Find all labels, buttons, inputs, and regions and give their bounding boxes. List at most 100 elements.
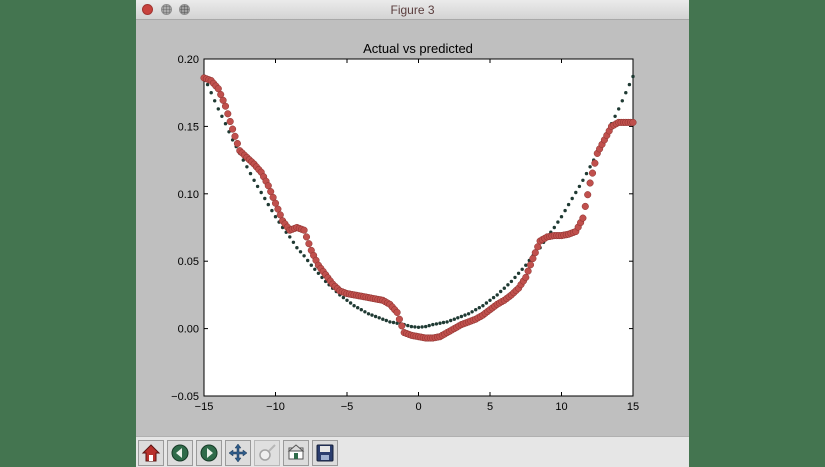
predicted-point — [384, 318, 388, 323]
predicted-point — [259, 190, 263, 195]
predicted-point — [313, 267, 317, 271]
predicted-point — [245, 165, 249, 169]
predicted-point — [481, 304, 485, 308]
predicted-point — [427, 323, 431, 328]
predicted-point — [520, 267, 524, 271]
predicted-point — [413, 325, 417, 329]
predicted-point — [255, 184, 260, 189]
predicted-point — [552, 225, 556, 230]
predicted-point — [373, 314, 378, 319]
x-tick-label: 10 — [555, 401, 567, 413]
predicted-point — [213, 99, 217, 103]
predicted-point — [309, 263, 313, 267]
predicted-point — [302, 254, 306, 258]
home-button[interactable] — [138, 440, 164, 466]
actual-point — [526, 261, 535, 269]
predicted-point — [352, 304, 356, 308]
predicted-point — [316, 271, 321, 275]
chart-title: Actual vs predicted — [363, 41, 473, 56]
predicted-point — [420, 325, 424, 329]
predicted-point — [381, 317, 385, 321]
predicted-point — [620, 99, 624, 103]
plot-canvas: Actual vs predicted −15 −10 −5 0 5 10 15−0.050… — [171, 41, 639, 413]
predicted-point — [466, 312, 471, 316]
actual-point — [271, 199, 280, 207]
back-button[interactable] — [167, 440, 193, 466]
actual-point — [302, 233, 311, 241]
predicted-point — [391, 320, 396, 325]
pan-button[interactable] — [225, 440, 251, 466]
predicted-point — [441, 320, 446, 325]
back-icon — [171, 444, 189, 462]
y-tick-label: 0.05 — [178, 256, 199, 268]
predicted-point — [377, 316, 381, 320]
actual-point — [586, 179, 594, 187]
predicted-point — [624, 91, 628, 95]
predicted-point — [449, 318, 453, 323]
predicted-point — [266, 202, 270, 207]
actual-point — [229, 125, 237, 133]
home-icon — [141, 444, 161, 462]
predicted-point — [588, 165, 592, 169]
axes-background — [203, 58, 634, 397]
predicted-point — [477, 306, 481, 310]
y-tick-label: 0.20 — [178, 54, 199, 66]
predicted-point — [502, 286, 506, 290]
x-tick-label: 5 — [487, 401, 493, 413]
predicted-point — [223, 122, 228, 126]
x-tick-label: −5 — [341, 401, 354, 413]
predicted-point — [566, 202, 571, 207]
predicted-point — [491, 295, 496, 300]
predicted-point — [363, 310, 367, 314]
predicted-point — [295, 246, 299, 250]
forward-icon — [200, 444, 218, 462]
x-tick-label: 0 — [415, 401, 421, 413]
forward-button[interactable] — [196, 440, 222, 466]
predicted-point — [570, 196, 574, 201]
x-tick-label: −10 — [266, 401, 285, 413]
predicted-point — [209, 91, 213, 95]
predicted-point — [495, 293, 499, 297]
actual-point — [219, 96, 227, 104]
predicted-point — [499, 289, 503, 294]
predicted-point — [205, 82, 210, 87]
save-button[interactable] — [312, 440, 338, 466]
predicted-point — [459, 314, 464, 319]
window-titlebar[interactable]: Figure 3 — [136, 0, 689, 20]
actual-point — [522, 273, 530, 281]
predicted-point — [409, 324, 414, 329]
actual-point — [233, 139, 241, 148]
predicted-point — [456, 316, 460, 320]
y-tick-label: 0.00 — [178, 324, 199, 336]
predicted-point — [424, 324, 428, 329]
predicted-point — [584, 171, 589, 176]
predicted-point — [359, 308, 363, 312]
predicted-point — [434, 322, 439, 326]
predicted-point — [370, 313, 374, 317]
subplots-button[interactable] — [283, 440, 309, 466]
navigation-toolbar — [136, 436, 689, 467]
y-tick-label: 0.10 — [178, 189, 199, 201]
actual-point — [276, 211, 284, 219]
actual-point — [579, 214, 587, 222]
actual-point — [629, 118, 637, 126]
predicted-point — [270, 208, 274, 213]
predicted-point — [463, 313, 467, 317]
y-tick-label: −0.05 — [171, 391, 199, 403]
predicted-point — [306, 258, 310, 263]
predicted-point — [406, 323, 410, 328]
predicted-point — [356, 306, 360, 310]
actual-point — [264, 182, 272, 190]
actual-point — [305, 240, 313, 248]
predicted-point — [263, 196, 267, 201]
x-tick-label: 15 — [627, 401, 639, 413]
predicted-point — [506, 283, 510, 287]
window-title: Figure 3 — [390, 3, 435, 17]
actual-point — [398, 322, 406, 330]
save-icon — [316, 444, 334, 462]
predicted-point — [470, 310, 474, 314]
predicted-point — [416, 325, 421, 329]
zoom-to-rect-button[interactable] — [254, 440, 280, 466]
actual-point — [591, 159, 599, 167]
predicted-point — [345, 298, 349, 302]
